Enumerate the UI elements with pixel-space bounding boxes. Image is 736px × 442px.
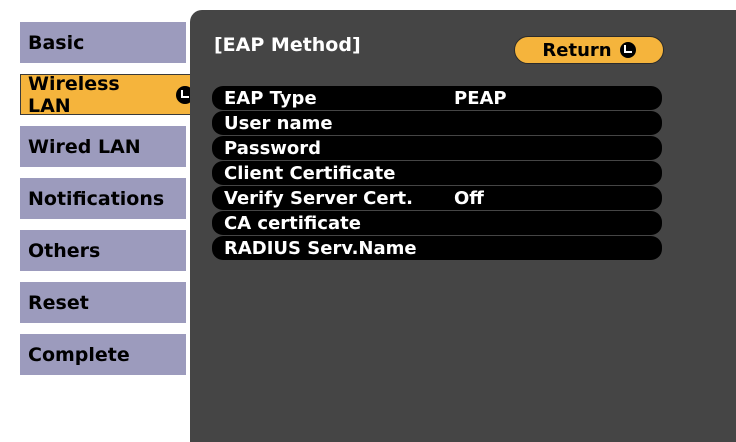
- row-radius-serv-name[interactable]: RADIUS Serv.Name: [212, 236, 662, 260]
- row-verify-server-cert[interactable]: Verify Server Cert. Off: [212, 186, 662, 210]
- tab-wireless-lan[interactable]: Wireless LAN: [18, 72, 196, 117]
- tab-complete[interactable]: Complete: [18, 332, 188, 377]
- row-value: Off: [454, 187, 484, 209]
- tab-notifications[interactable]: Notifications: [18, 176, 188, 221]
- settings-panel: [EAP Method] Return EAP Type PEAP User n…: [190, 10, 736, 442]
- row-label: Client Certificate: [224, 162, 396, 184]
- row-ca-certificate[interactable]: CA certificate: [212, 211, 662, 235]
- row-label: Password: [224, 137, 322, 159]
- enter-icon: [619, 42, 636, 58]
- tab-reset[interactable]: Reset: [18, 280, 188, 325]
- row-label: Verify Server Cert.: [224, 187, 413, 209]
- tab-label: Notifications: [28, 187, 165, 210]
- row-user-name[interactable]: User name: [212, 111, 662, 135]
- tab-label: Wireless LAN: [28, 72, 120, 117]
- return-button[interactable]: Return: [514, 36, 664, 64]
- tab-label: Others: [28, 239, 101, 262]
- row-value: PEAP: [454, 87, 507, 109]
- row-label: EAP Type: [224, 87, 317, 109]
- row-client-certificate[interactable]: Client Certificate: [212, 161, 662, 185]
- tab-others[interactable]: Others: [18, 228, 188, 273]
- tab-wired-lan[interactable]: Wired LAN: [18, 124, 188, 169]
- return-label: Return: [542, 39, 612, 61]
- tab-basic[interactable]: Basic: [18, 20, 188, 65]
- panel-title: [EAP Method]: [214, 34, 361, 56]
- row-label: CA certificate: [224, 212, 361, 234]
- tab-label: Basic: [28, 31, 85, 54]
- tab-label: Wired LAN: [28, 135, 141, 158]
- tab-label: Complete: [28, 343, 130, 366]
- eap-settings-list: EAP Type PEAP User name Password Client …: [212, 86, 662, 261]
- tab-label: Reset: [28, 291, 89, 314]
- row-label: User name: [224, 112, 333, 134]
- row-password[interactable]: Password: [212, 136, 662, 160]
- row-label: RADIUS Serv.Name: [224, 237, 417, 259]
- row-eap-type[interactable]: EAP Type PEAP: [212, 86, 662, 110]
